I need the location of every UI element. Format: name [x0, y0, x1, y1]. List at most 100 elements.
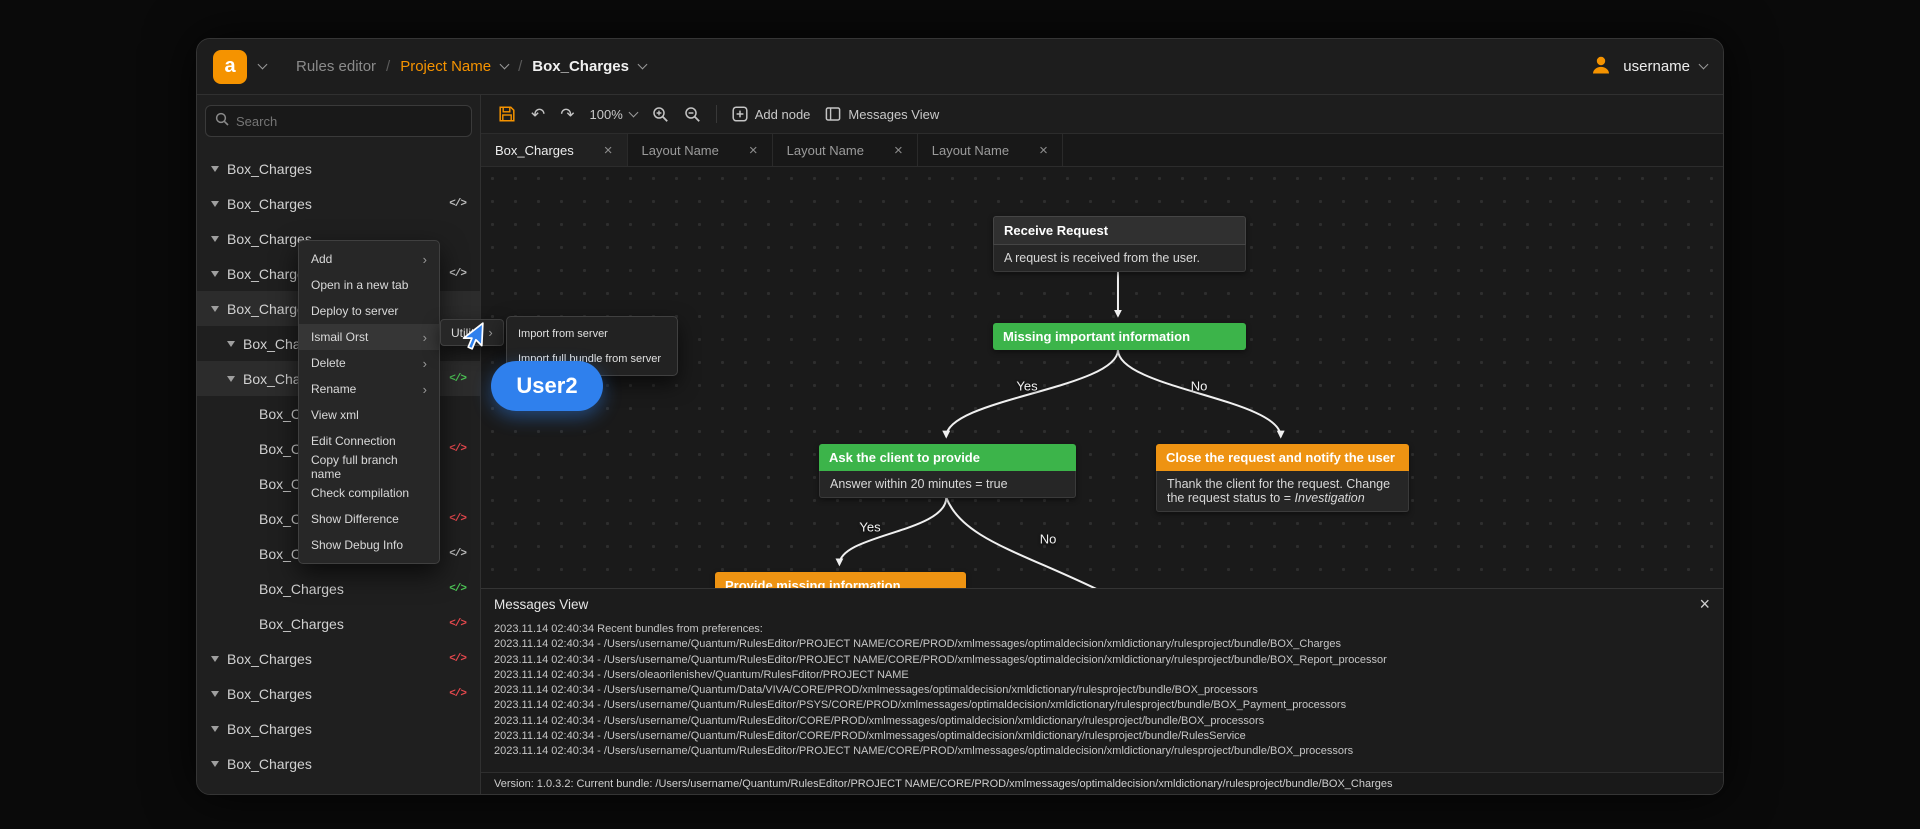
chevron-down-icon[interactable]: [227, 340, 235, 347]
project-chevron-down-icon[interactable]: [499, 59, 510, 70]
submenu-arrow-icon: ›: [422, 251, 427, 267]
zoom-in-icon: [653, 106, 668, 122]
node-receive-request[interactable]: Receive Request A request is received fr…: [993, 216, 1246, 272]
messages-close-icon[interactable]: ×: [1699, 595, 1710, 613]
tab-close-icon[interactable]: ×: [749, 143, 758, 158]
plus-square-icon: [732, 106, 748, 122]
menu-item-copy-branch-name[interactable]: Copy full branch name: [299, 453, 439, 481]
menu-item-add[interactable]: Add ›: [299, 246, 439, 272]
zoom-level-dropdown[interactable]: 100%: [590, 107, 639, 122]
tree-item-label: Box_Charges: [227, 720, 312, 737]
node-body: Thank the client for the request. Change…: [1156, 471, 1409, 512]
panel-icon: [826, 107, 841, 121]
tab-layout-1[interactable]: Layout Name ×: [628, 134, 773, 166]
user-chevron-down-icon[interactable]: [1698, 59, 1709, 70]
messages-view-button[interactable]: Messages View: [825, 106, 939, 122]
flow-canvas[interactable]: Receive Request A request is received fr…: [481, 167, 1723, 794]
breadcrumb-separator: /: [386, 58, 391, 75]
node-body: Answer within 20 minutes = true: [819, 471, 1076, 498]
log-line: 2023.11.14 02:40:34 - /Users/username/Qu…: [494, 730, 1246, 743]
tree-item[interactable]: Box_Charges </>: [197, 186, 480, 221]
context-menu: Add › Open in a new tab Deploy to server …: [298, 240, 440, 564]
add-node-button[interactable]: Add node: [732, 106, 810, 122]
node-title: Missing important information: [993, 323, 1246, 350]
tree-item[interactable]: Box_Charges </>: [197, 676, 480, 711]
save-button[interactable]: [498, 105, 516, 123]
tree-item[interactable]: Box_Charges </>: [197, 571, 480, 606]
chevron-down-icon[interactable]: [211, 165, 219, 172]
chevron-down-icon[interactable]: [211, 690, 219, 697]
tab-layout-2[interactable]: Layout Name ×: [773, 134, 918, 166]
tree-item[interactable]: Box_Charges: [197, 746, 480, 781]
tree-item-label: Box_Charges: [227, 685, 312, 702]
chevron-down-icon[interactable]: [211, 305, 219, 312]
breadcrumb-project[interactable]: Project Name: [400, 58, 491, 75]
zoom-out-button[interactable]: [684, 106, 701, 123]
menu-item-delete[interactable]: Delete ›: [299, 350, 439, 376]
chevron-down-icon[interactable]: [211, 760, 219, 767]
menu-item-open-new-tab[interactable]: Open in a new tab: [299, 272, 439, 298]
username-label: username: [1623, 58, 1690, 75]
node-body: A request is received from the user.: [993, 245, 1246, 272]
log-line: 2023.11.14 02:40:34 - /Users/username/Qu…: [494, 714, 1265, 727]
code-icon: </>: [449, 617, 467, 630]
node-missing-information[interactable]: Missing important information: [993, 323, 1246, 350]
node-close-request[interactable]: Close the request and notify the user Th…: [1156, 444, 1409, 512]
tree-item-label: Box_Charges: [227, 160, 312, 177]
undo-button[interactable]: ↶: [531, 106, 545, 123]
menu-item-view-xml[interactable]: View xml: [299, 402, 439, 428]
menu-item-check-compilation[interactable]: Check compilation: [299, 480, 439, 506]
redo-button[interactable]: ↷: [560, 106, 574, 123]
menu-item-deploy[interactable]: Deploy to server: [299, 298, 439, 324]
menu-item-show-difference[interactable]: Show Difference: [299, 506, 439, 532]
menu-item-show-debug-info[interactable]: Show Debug Info: [299, 532, 439, 558]
log-line: 2023.11.14 02:40:34 - /Users/username/Qu…: [494, 745, 1354, 758]
toolbar-divider: [715, 105, 717, 123]
breadcrumb-file[interactable]: Box_Charges: [532, 58, 629, 75]
edge-label-no: No: [1190, 378, 1208, 394]
menu-item-rename[interactable]: Rename ›: [299, 376, 439, 402]
submenu-arrow-icon: ›: [422, 381, 427, 397]
tab-layout-3[interactable]: Layout Name ×: [918, 134, 1063, 166]
menu-item-edit-connection[interactable]: Edit Connection: [299, 428, 439, 454]
canvas-toolbar: ↶ ↷ 100% Add node Messages View: [481, 95, 1723, 134]
workspace-chevron-down-icon[interactable]: [257, 59, 268, 70]
tree-item-label: Box_Charges: [227, 755, 312, 772]
messages-view-label: Messages View: [848, 106, 940, 122]
chevron-down-icon[interactable]: [211, 200, 219, 207]
chevron-down-icon[interactable]: [211, 655, 219, 662]
tab-close-icon[interactable]: ×: [1039, 143, 1048, 158]
menu-item-label: Open in a new tab: [311, 278, 409, 292]
tab-label: Layout Name: [931, 142, 1010, 158]
tab-close-icon[interactable]: ×: [894, 143, 903, 158]
tree-item[interactable]: Box_Charges </>: [197, 606, 480, 641]
tree-item[interactable]: Box_Charges: [197, 711, 480, 746]
search-box: [205, 105, 472, 137]
app-logo[interactable]: a: [213, 49, 247, 84]
menu-item-label: Add: [311, 252, 333, 266]
log-line: 2023.11.14 02:40:34 - /Users/username/Qu…: [494, 653, 1387, 666]
submenu-arrow-icon: ›: [422, 329, 427, 345]
edge-label-yes: Yes: [1016, 378, 1038, 394]
code-icon: </>: [449, 687, 467, 700]
content-area: ↶ ↷ 100% Add node Messages View Box_Char…: [481, 95, 1723, 794]
zoom-in-button[interactable]: [652, 106, 669, 123]
chevron-down-icon[interactable]: [211, 235, 219, 242]
search-input[interactable]: [236, 113, 462, 129]
menu-item-label: Copy full branch name: [311, 453, 398, 481]
code-icon: </>: [449, 582, 467, 595]
tree-item[interactable]: Box_Charges </>: [197, 641, 480, 676]
chevron-down-icon[interactable]: [227, 375, 235, 382]
chevron-down-icon[interactable]: [211, 725, 219, 732]
file-chevron-down-icon[interactable]: [637, 59, 648, 70]
menu-item-ismail-orst[interactable]: Ismail Orst ›: [299, 324, 439, 350]
chevron-down-icon[interactable]: [211, 270, 219, 277]
submenu-arrow-icon: ›: [488, 325, 493, 340]
tab-box-charges[interactable]: Box_Charges ×: [481, 134, 628, 166]
menu-item-import-from-server[interactable]: Import from server: [507, 321, 677, 346]
tab-close-icon[interactable]: ×: [604, 143, 613, 158]
tree-item[interactable]: Box_Charges: [197, 151, 480, 186]
node-ask-client[interactable]: Ask the client to provide Answer within …: [819, 444, 1076, 498]
user-menu[interactable]: username: [1589, 53, 1709, 81]
app-header: a Rules editor / Project Name / Box_Char…: [197, 39, 1723, 95]
